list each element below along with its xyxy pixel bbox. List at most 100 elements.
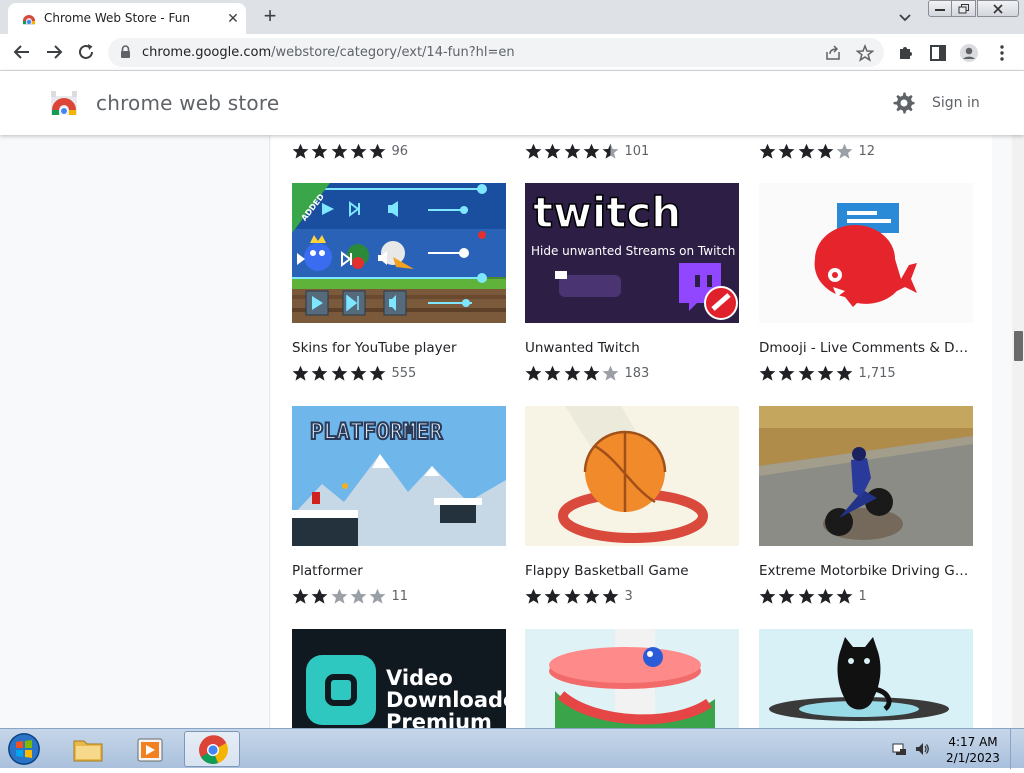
- extension-name[interactable]: Flappy Basketball Game: [525, 563, 739, 579]
- windows-start-orb-icon[interactable]: [4, 731, 44, 767]
- lock-icon[interactable]: [120, 45, 131, 59]
- clock-date: 2/1/2023: [946, 751, 1000, 765]
- google-chrome-icon: [199, 735, 228, 764]
- star-filled-icon: [759, 589, 776, 604]
- unwanted-twitch-thumbnail[interactable]: twitch Hide unwanted Streams on Twitch: [525, 183, 739, 323]
- star-filled-icon: [759, 144, 776, 159]
- settings-gear-icon[interactable]: [893, 92, 915, 114]
- rating-count: 3: [624, 589, 633, 605]
- star-filled-icon: [583, 144, 600, 159]
- star-half-icon: [602, 144, 619, 159]
- star-filled-icon: [817, 144, 834, 159]
- star-filled-icon: [525, 366, 542, 381]
- system-clock[interactable]: 4:17 AM 2/1/2023: [946, 734, 1000, 766]
- chrome-web-store-logo-icon[interactable]: [50, 90, 78, 116]
- content-right-gutter: [992, 135, 1012, 728]
- extension-rating: 3: [525, 588, 633, 606]
- top-row-rating-1: 96: [292, 143, 408, 161]
- cat-game-thumbnail[interactable]: [759, 629, 973, 728]
- top-row-rating-2: 101: [525, 143, 649, 161]
- file-explorer-folder-icon: [73, 740, 103, 762]
- star-filled-icon: [564, 144, 580, 159]
- scrollbar-thumb[interactable]: [1014, 331, 1023, 361]
- url-text[interactable]: chrome.google.com/webstore/category/ext/…: [142, 45, 515, 60]
- star-filled-icon: [369, 366, 386, 381]
- store-content: 96 101 12 ADDED Skins for YouTube player…: [0, 135, 1012, 728]
- category-sidebar: [30, 135, 270, 728]
- rating-count: 183: [624, 366, 650, 382]
- star-empty-icon: [602, 366, 619, 381]
- extension-name[interactable]: Unwanted Twitch: [525, 340, 739, 356]
- helix-jump-thumbnail[interactable]: [525, 629, 739, 728]
- chrome-menu-kebab-icon[interactable]: [992, 43, 1012, 63]
- extension-name[interactable]: Skins for YouTube player: [292, 340, 506, 356]
- video-downloader-thumbnail[interactable]: Video Downloader Premium: [292, 629, 506, 728]
- volume-tray-icon[interactable]: [914, 741, 930, 757]
- url-path: /webstore/category/ext/14-fun?hl=en: [271, 45, 515, 60]
- tab-close-icon[interactable]: ✕: [224, 9, 242, 27]
- star-filled-icon: [350, 144, 367, 159]
- tab-title: Chrome Web Store - Fun: [44, 11, 190, 25]
- extension-name[interactable]: Platformer: [292, 563, 506, 579]
- side-panel-icon[interactable]: [928, 43, 948, 63]
- tab-strip: Chrome Web Store - Fun ✕ +: [0, 0, 1024, 34]
- window-close-button[interactable]: [977, 0, 1019, 17]
- star-filled-icon: [836, 366, 853, 381]
- tab-chrome-web-store[interactable]: Chrome Web Store - Fun ✕: [8, 3, 246, 34]
- star-filled-icon: [350, 366, 367, 381]
- star-filled-icon: [798, 589, 814, 604]
- page-scrollbar[interactable]: [1012, 135, 1024, 728]
- platformer-thumbnail[interactable]: PLATFORMER: [292, 406, 506, 546]
- sign-in-link[interactable]: Sign in: [932, 95, 980, 111]
- star-filled-icon: [778, 366, 795, 381]
- star-filled-icon: [311, 144, 328, 159]
- star-filled-icon: [292, 144, 309, 159]
- extension-rating: 183: [525, 365, 649, 383]
- star-filled-icon: [798, 144, 814, 159]
- rating-count: 1: [858, 589, 867, 605]
- profile-avatar-icon[interactable]: [959, 43, 979, 63]
- star-filled-icon: [836, 589, 853, 604]
- address-bar[interactable]: chrome.google.com/webstore/category/ext/…: [108, 38, 884, 67]
- flappy-basketball-thumbnail[interactable]: [525, 406, 739, 546]
- star-filled-icon: [602, 589, 619, 604]
- extensions-puzzle-icon[interactable]: [896, 43, 916, 63]
- clock-time: 4:17 AM: [948, 735, 998, 749]
- tab-search-chevron-icon[interactable]: [896, 8, 914, 26]
- share-icon[interactable]: [824, 44, 842, 62]
- star-filled-icon: [331, 144, 347, 159]
- network-tray-icon[interactable]: [891, 741, 907, 757]
- star-filled-icon: [292, 589, 309, 604]
- video-line1-text: Video: [386, 666, 453, 690]
- reload-icon[interactable]: [75, 41, 97, 63]
- star-filled-icon: [759, 366, 776, 381]
- show-desktop-button[interactable]: [1010, 729, 1024, 769]
- back-arrow-icon[interactable]: [11, 41, 33, 63]
- windows-taskbar: 4:17 AM 2/1/2023: [0, 728, 1024, 769]
- star-filled-icon: [311, 589, 328, 604]
- browser-toolbar: chrome.google.com/webstore/category/ext/…: [0, 34, 1024, 71]
- forward-arrow-icon[interactable]: [43, 41, 65, 63]
- url-host: chrome.google.com: [142, 45, 272, 60]
- window-restore-button[interactable]: [951, 0, 976, 17]
- extension-name[interactable]: Extreme Motorbike Driving Game: [759, 563, 973, 579]
- twitch-logo-text: twitch: [533, 188, 681, 237]
- window-minimize-button[interactable]: [928, 0, 952, 17]
- taskbar-file-explorer[interactable]: [60, 731, 116, 767]
- star-filled-icon: [544, 366, 561, 381]
- store-title[interactable]: chrome web store: [96, 91, 279, 115]
- star-filled-icon: [778, 144, 795, 159]
- rating-count: 11: [391, 589, 409, 605]
- skins-youtube-thumbnail[interactable]: ADDED: [292, 183, 506, 323]
- taskbar-google-chrome[interactable]: [184, 731, 240, 767]
- rating-count: 12: [858, 144, 876, 160]
- taskbar-media-player[interactable]: [122, 731, 178, 767]
- extreme-motorbike-thumbnail[interactable]: [759, 406, 973, 546]
- star-empty-icon: [350, 589, 367, 604]
- video-line2-text: Downloader: [386, 688, 506, 712]
- dmooji-thumbnail[interactable]: [759, 183, 973, 323]
- extension-name[interactable]: Dmooji - Live Comments & Danmaku: [759, 340, 973, 356]
- star-filled-icon: [525, 589, 542, 604]
- new-tab-plus-icon[interactable]: +: [259, 5, 281, 27]
- bookmark-star-icon[interactable]: [856, 44, 874, 62]
